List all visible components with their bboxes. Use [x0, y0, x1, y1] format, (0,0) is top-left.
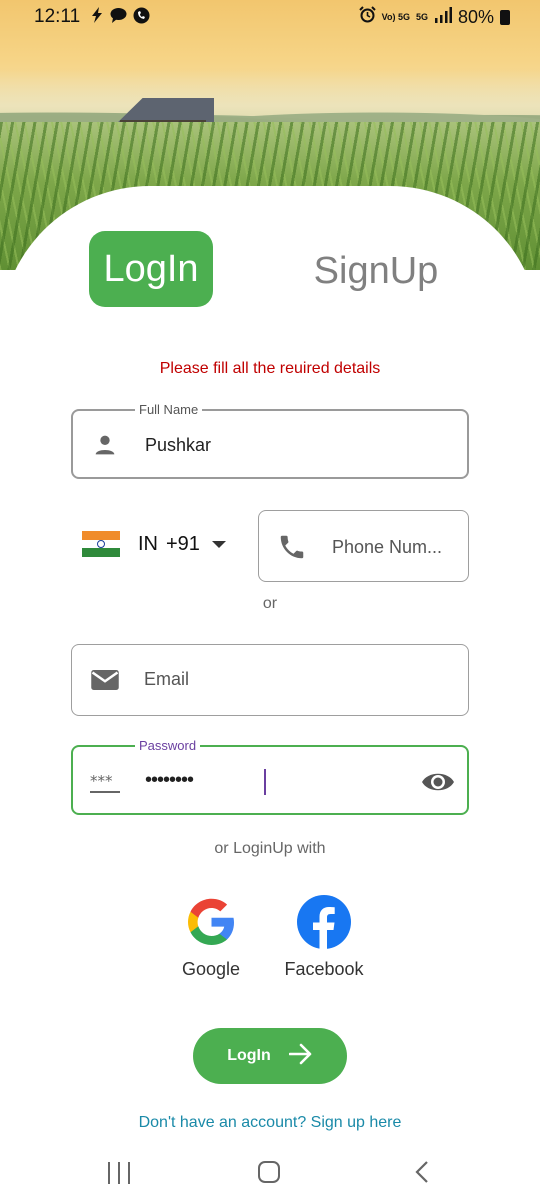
volte-badge: Vo) 5G: [381, 11, 410, 22]
email-placeholder: Email: [144, 669, 190, 689]
email-field[interactable]: Email: [71, 644, 469, 716]
google-login-button[interactable]: Google: [156, 893, 266, 980]
system-nav-bar: [0, 1150, 540, 1204]
or-login-with-text: or LoginUp with: [214, 840, 326, 857]
facebook-icon: [295, 893, 353, 951]
battery-percent: 80%: [457, 6, 494, 27]
or-divider: or: [262, 595, 278, 612]
full-name-value: Pushkar: [145, 435, 212, 455]
password-value: ••••••••: [145, 769, 194, 791]
tab-signup[interactable]: SignUp: [300, 244, 452, 298]
back-icon[interactable]: [412, 1160, 434, 1184]
dropdown-caret-icon: [211, 540, 226, 548]
facebook-login-button[interactable]: Facebook: [269, 893, 379, 980]
phone-icon: [277, 532, 307, 562]
flash-icon: [90, 7, 104, 28]
password-legend: Password: [135, 738, 201, 753]
status-time: 12:11: [34, 6, 81, 27]
full-name-field[interactable]: Full Name Pushkar: [71, 402, 469, 479]
country-code: IN: [138, 532, 158, 555]
call-icon: [133, 7, 150, 28]
dial-code: +91: [166, 532, 200, 555]
password-mask-icon: ***: [89, 769, 123, 797]
facebook-label: Facebook: [284, 959, 364, 979]
person-icon: [91, 431, 119, 459]
country-picker[interactable]: IN +91: [82, 530, 226, 558]
eye-icon[interactable]: [421, 769, 455, 795]
signal-icon: [434, 6, 452, 28]
login-button-label: LogIn: [227, 1047, 271, 1064]
password-field[interactable]: Password *** ••••••••: [71, 738, 469, 815]
phone-placeholder: Phone Num...: [332, 537, 443, 557]
recents-icon[interactable]: [108, 1162, 130, 1184]
tab-login[interactable]: LogIn: [89, 231, 213, 307]
google-icon: [182, 893, 240, 951]
status-bar: 12:11 Vo) 5G 5G 80%: [0, 0, 540, 34]
error-message: Please fill all the reuired details: [159, 360, 381, 377]
home-icon[interactable]: [258, 1161, 280, 1183]
arrow-right-icon: [288, 1043, 313, 1070]
google-label: Google: [181, 959, 241, 979]
phone-field[interactable]: Phone Num...: [258, 510, 469, 582]
full-name-legend: Full Name: [135, 402, 203, 417]
svg-text:***: ***: [90, 772, 113, 790]
battery-icon: [500, 9, 510, 25]
mail-icon: [90, 666, 119, 694]
network-badge: 5G: [415, 11, 428, 22]
signup-link[interactable]: Don't have an account? Sign up here: [0, 1114, 540, 1132]
chat-icon: [110, 7, 127, 28]
login-button[interactable]: LogIn: [193, 1028, 347, 1084]
india-flag-icon: [82, 531, 120, 558]
alarm-icon: [358, 6, 376, 28]
text-cursor: [264, 769, 266, 795]
